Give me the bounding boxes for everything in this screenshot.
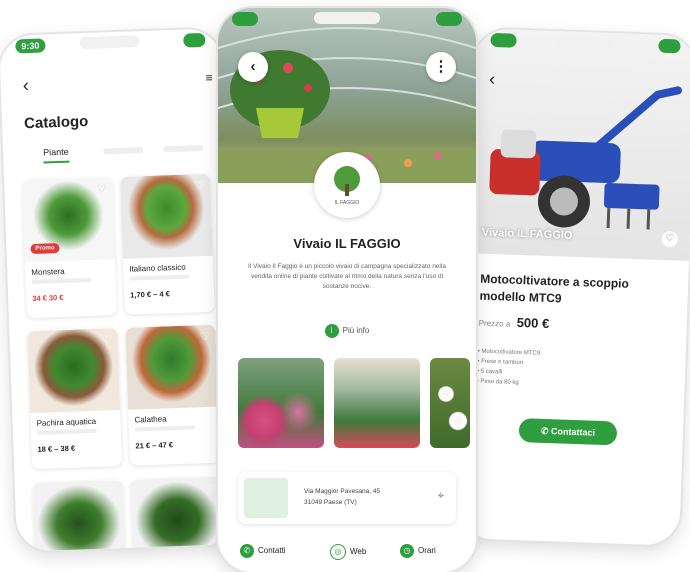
- status-bar: 9:30: [0, 28, 222, 56]
- heart-icon[interactable]: ♡: [107, 485, 117, 498]
- address-line2: 31049 Paese (TV): [304, 499, 357, 506]
- camera-notch: [554, 35, 615, 50]
- nursery-description: Il Vivaio Il Faggio è un piccolo vivaio …: [248, 263, 446, 290]
- back-arrow-icon: ‹: [250, 58, 256, 75]
- contact-button-label: Contattaci: [550, 426, 596, 438]
- contatti-button[interactable]: ✆ Contatti: [240, 544, 286, 558]
- gallery-photo[interactable]: [238, 358, 324, 448]
- status-time-pill: [232, 12, 258, 26]
- address-card[interactable]: Via Maggior Pavesana, 45 31049 Paese (TV…: [238, 472, 456, 524]
- product-subtitle: [129, 274, 190, 281]
- phone-product-detail: ‹ Vivaio IL FAGGIO ♡ Motocoltivatore a s…: [457, 28, 690, 546]
- camera-notch: [79, 35, 140, 50]
- product-name: Calathea: [134, 414, 167, 425]
- product-subtitle: [31, 277, 92, 285]
- status-bar: [218, 8, 476, 28]
- tab-tertiary[interactable]: [163, 144, 204, 153]
- product-price: 21 € – 47 €: [135, 440, 174, 451]
- gallery-photo[interactable]: [334, 358, 420, 448]
- more-info-link[interactable]: i Più info: [218, 324, 476, 338]
- info-icon: i: [324, 324, 339, 338]
- orari-button[interactable]: ◷ Orari: [400, 544, 436, 558]
- contatti-label: Contatti: [258, 546, 286, 556]
- back-arrow-icon[interactable]: ‹: [22, 75, 29, 96]
- product-card[interactable]: ♡ Promo Monstera 34 € 30 €: [22, 177, 117, 319]
- heart-icon[interactable]: ♡: [96, 182, 106, 195]
- product-name: Monstera: [31, 266, 65, 278]
- catalog-title: Catalogo: [23, 112, 89, 133]
- orari-label: Orari: [418, 546, 436, 556]
- phone-icon: ✆: [240, 544, 254, 558]
- product-hero-image: [467, 28, 690, 261]
- battery-icon: [436, 12, 462, 26]
- status-time: 9:30: [15, 38, 46, 54]
- address-text: Via Maggior Pavesana, 45 31049 Paese (TV…: [304, 486, 380, 508]
- heart-icon[interactable]: ♡: [102, 333, 112, 346]
- back-button[interactable]: ‹: [238, 52, 268, 82]
- logo-text: IL FAGGIO: [334, 200, 360, 206]
- price-label: Prezzo a: [478, 318, 511, 329]
- tab-secondary[interactable]: [103, 147, 144, 155]
- phone-nursery-profile: ‹ ⋮ IL FAGGIO Vivaio IL FAGGIO Il Vivaio…: [218, 8, 476, 572]
- web-label: Web: [350, 547, 367, 557]
- product-title: Motocoltivatore a scoppio modello MTC9: [479, 271, 630, 306]
- tiller-illustration: [489, 86, 682, 230]
- product-subtitle: [134, 425, 195, 432]
- back-arrow-icon[interactable]: ‹: [489, 69, 496, 90]
- product-subtitle: [36, 428, 97, 435]
- map-thumbnail: [244, 478, 288, 518]
- heart-icon[interactable]: ♡: [194, 179, 204, 192]
- heart-icon[interactable]: ♡: [205, 482, 215, 495]
- clock-icon: ◷: [400, 544, 414, 558]
- product-price: 18 € – 38 €: [37, 443, 76, 454]
- feature-list: • Motocoltivatore MTC9 • Frese e tamburi…: [476, 347, 657, 393]
- heart-icon[interactable]: ♡: [200, 330, 210, 343]
- contact-button[interactable]: ✆ Contattaci: [518, 418, 618, 446]
- nursery-logo: IL FAGGIO: [314, 152, 380, 218]
- battery-icon: [183, 32, 206, 48]
- location-pin-icon[interactable]: ⌖: [438, 490, 444, 503]
- phone-icon: ✆: [540, 425, 552, 437]
- phone-catalog: 9:30 ‹ ≡ Catalogo Piante ♡ Promo Monster…: [0, 28, 239, 552]
- globe-icon: ◎: [330, 544, 346, 560]
- camera-notch: [314, 12, 380, 24]
- menu-icon[interactable]: ≡: [205, 71, 212, 85]
- product-name: Italiano classico: [129, 262, 186, 274]
- product-card[interactable]: ♡: [32, 479, 126, 552]
- tree-logo-icon: [334, 166, 360, 196]
- product-card[interactable]: ♡ Pachira aquatica 18 € – 38 €: [27, 328, 123, 470]
- product-card[interactable]: ♡ Calathea 21 € – 47 €: [125, 324, 221, 466]
- product-card[interactable]: ♡: [130, 476, 224, 550]
- product-price: 500 €: [516, 314, 550, 332]
- more-info-label: Più info: [342, 326, 370, 336]
- product-price: 1,70 € – 4 €: [130, 289, 170, 300]
- address-line1: Via Maggior Pavesana, 45: [304, 488, 381, 495]
- status-time-pill: [490, 32, 517, 48]
- product-name: Pachira aquatica: [36, 416, 97, 428]
- web-button[interactable]: ◎ Web: [330, 544, 366, 560]
- tab-piante[interactable]: Piante: [42, 146, 70, 164]
- more-button[interactable]: ⋮: [426, 52, 456, 82]
- product-card[interactable]: ♡ Italiano classico 1,70 € – 4 €: [120, 173, 215, 315]
- nursery-title: Vivaio IL FAGGIO: [293, 236, 401, 251]
- gallery-photo[interactable]: [430, 358, 470, 448]
- product-price: 34 € 30 €: [32, 292, 64, 304]
- promo-badge: Promo: [30, 243, 60, 255]
- more-vertical-icon: ⋮: [433, 58, 449, 75]
- battery-icon: [658, 38, 681, 54]
